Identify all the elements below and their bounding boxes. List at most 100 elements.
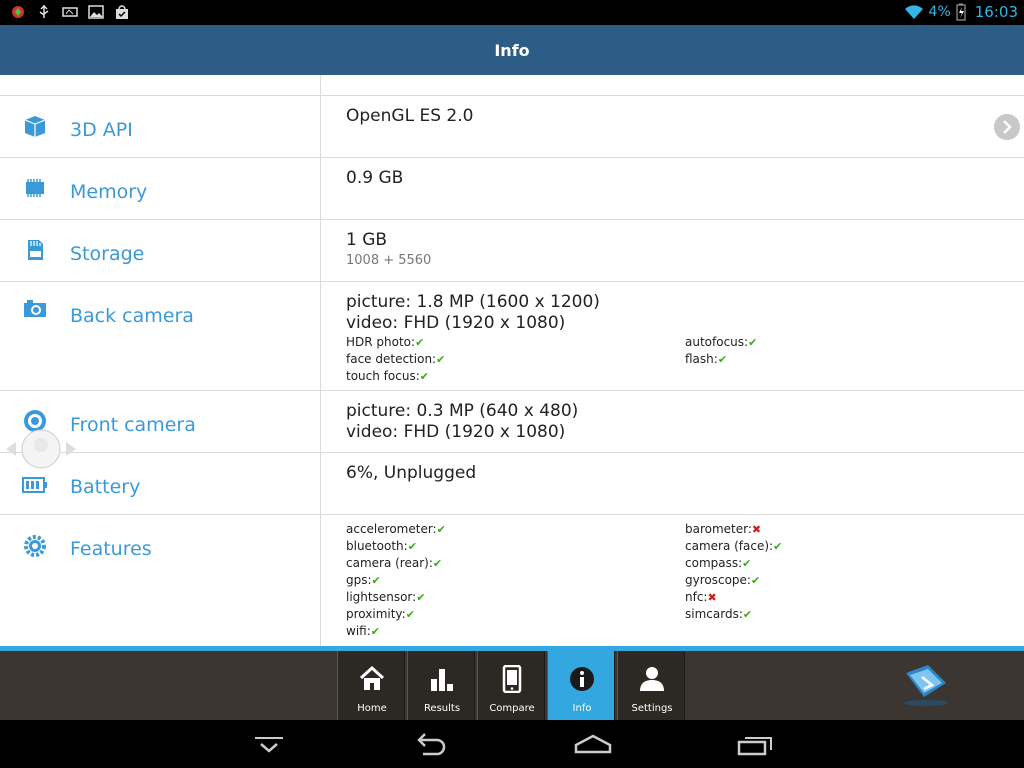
row-label-back-camera: Back camera — [70, 305, 194, 327]
feature-item: barometer:✖ — [685, 521, 782, 538]
check-icon: ✔ — [748, 336, 758, 349]
feature-item: wifi:✔ — [346, 623, 446, 640]
status-time: 16:03 — [974, 3, 1018, 21]
check-icon: ✔ — [436, 353, 446, 366]
feature-name: camera (rear): — [346, 556, 433, 570]
watermark-logo — [904, 665, 948, 706]
feature-name: camera (face): — [685, 539, 774, 553]
back-icon[interactable] — [411, 730, 451, 758]
feature-name: proximity: — [346, 607, 406, 621]
row-value-battery: 6%, Unplugged — [346, 463, 477, 483]
shopping-bag-icon — [116, 5, 128, 19]
back-camera-features-right: autofocus:✔ flash:✔ — [685, 334, 757, 368]
feature-item: camera (face):✔ — [685, 538, 782, 555]
row-battery: Battery 6%, Unplugged — [0, 453, 1024, 515]
feature-name: gps: — [346, 573, 372, 587]
usb-icon — [39, 4, 49, 18]
chevron-right-icon[interactable] — [994, 114, 1020, 140]
page-title: Info — [494, 40, 530, 60]
tab-compare[interactable]: Compare — [477, 651, 545, 720]
feature-name: accelerometer: — [346, 522, 437, 536]
notification-icons — [10, 4, 130, 20]
row-features: Features accelerometer:✔ bluetooth:✔ camer… — [0, 515, 1024, 646]
feature-name: lightsensor: — [346, 590, 417, 604]
row-value-front-camera-picture: picture: 0.3 MP (640 x 480) — [346, 401, 579, 421]
bar-chart-icon — [431, 669, 453, 691]
row-label-storage: Storage — [70, 243, 145, 265]
features-list-right: barometer:✖ camera (face):✔ compass:✔ gyros… — [685, 521, 782, 623]
feature-name: simcards: — [685, 607, 743, 621]
feature-name: compass: — [685, 556, 743, 570]
feature-item: proximity:✔ — [346, 606, 446, 623]
row-value-front-camera-video: video: FHD (1920 x 1080) — [346, 422, 566, 442]
tab-info[interactable]: Info — [547, 651, 615, 720]
battery-percent: 4% — [928, 4, 951, 20]
feature-name: nfc: — [685, 590, 708, 604]
feature-name: gyroscope: — [685, 573, 751, 587]
info-list[interactable]: 3D API OpenGL ES 2.0 Memory 0.9 GB Stora… — [0, 75, 1024, 646]
check-icon: ✔ — [416, 591, 426, 604]
check-icon: ✔ — [717, 353, 728, 366]
check-icon: ✔ — [405, 608, 415, 621]
check-icon: ✔ — [407, 540, 417, 553]
image-icon — [88, 5, 104, 19]
floating-drag-handle[interactable] — [6, 428, 76, 470]
feature-item: nfc:✖ — [685, 589, 782, 606]
tab-label-info: Info — [572, 703, 592, 714]
cube-icon — [24, 116, 46, 137]
feature-name: bluetooth: — [346, 539, 408, 553]
tab-label-results: Results — [423, 703, 461, 714]
row-back-camera: Back camera picture: 1.8 MP (1600 x 1200… — [0, 282, 1024, 391]
tab-home[interactable]: Home — [337, 651, 405, 720]
feature-name: wifi: — [346, 624, 371, 638]
feature-item: touch focus:✔ — [346, 368, 445, 385]
feature-item: gps:✔ — [346, 572, 446, 589]
person-icon — [640, 667, 664, 691]
hide-keyboard-icon[interactable] — [249, 730, 289, 758]
feature-name: face detection: — [346, 352, 437, 366]
phone-icon — [502, 665, 522, 693]
system-navigation-bar — [0, 720, 1024, 768]
check-icon: ✔ — [773, 540, 783, 553]
check-icon: ✔ — [742, 557, 752, 570]
tab-results[interactable]: Results — [407, 651, 475, 720]
battery-charging-icon — [956, 3, 966, 21]
feature-item: gyroscope:✔ — [685, 572, 782, 589]
row-sub-storage: 1008 + 5560 — [346, 253, 432, 268]
row-value-memory: 0.9 GB — [346, 168, 404, 188]
feature-item: lightsensor:✔ — [346, 589, 446, 606]
check-icon: ✔ — [419, 370, 429, 383]
info-icon — [570, 667, 594, 691]
feature-name: flash: — [685, 352, 718, 366]
row-memory: Memory 0.9 GB — [0, 158, 1024, 220]
row-storage: Storage 1 GB 1008 + 5560 — [0, 220, 1024, 282]
row-value-back-camera-picture: picture: 1.8 MP (1600 x 1200) — [346, 292, 600, 312]
feature-item: simcards:✔ — [685, 606, 782, 623]
tab-settings[interactable]: Settings — [617, 651, 685, 720]
tab-label-settings: Settings — [631, 703, 673, 714]
row-3d-api: 3D API OpenGL ES 2.0 — [0, 96, 1024, 158]
row-label-3d-api: 3D API — [70, 119, 133, 141]
feature-item: bluetooth:✔ — [346, 538, 446, 555]
feature-item: face detection:✔ — [346, 351, 445, 368]
partial-row — [0, 75, 1024, 96]
features-list-left: accelerometer:✔ bluetooth:✔ camera (rear):… — [346, 521, 446, 640]
row-label-memory: Memory — [70, 181, 148, 203]
tab-label-compare: Compare — [489, 703, 535, 714]
camera-icon — [24, 300, 46, 317]
check-icon: ✔ — [750, 574, 761, 587]
device-icon — [62, 7, 78, 17]
cross-icon: ✖ — [751, 523, 762, 536]
system-indicators: 4% 16:03 — [904, 3, 1018, 21]
bottom-tab-bar: Home Results Compare Info Settings — [0, 651, 1024, 720]
action-bar: Info — [0, 25, 1024, 75]
row-label-front-camera: Front camera — [70, 414, 196, 436]
feature-name: barometer: — [685, 522, 752, 536]
check-icon: ✔ — [371, 574, 381, 587]
feature-item: compass:✔ — [685, 555, 782, 572]
home-nav-icon[interactable] — [573, 730, 613, 758]
battery-icon — [22, 477, 47, 493]
feature-item: HDR photo:✔ — [346, 334, 445, 351]
recent-apps-icon[interactable] — [735, 730, 775, 758]
feature-name: autofocus: — [685, 335, 749, 349]
